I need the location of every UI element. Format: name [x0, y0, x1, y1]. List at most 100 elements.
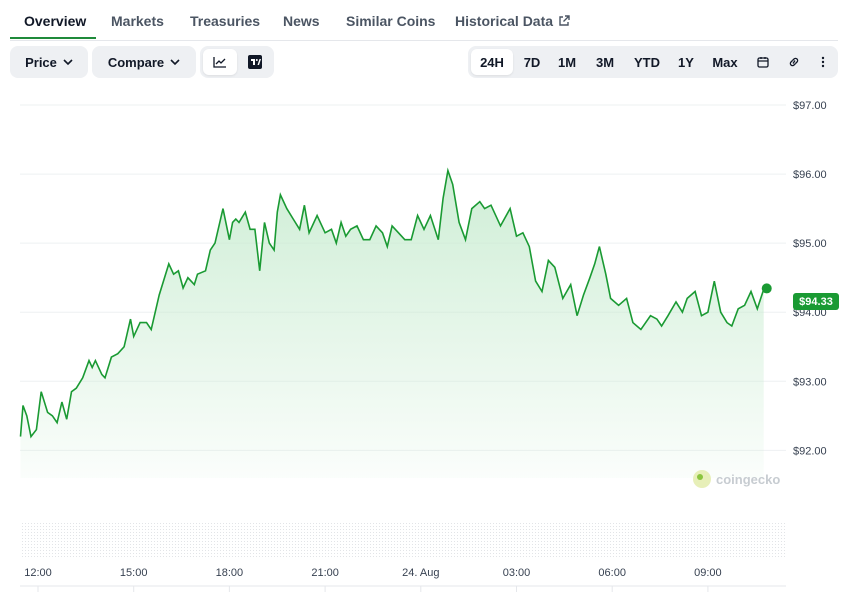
- data-point: [576, 315, 578, 317]
- data-point: [292, 218, 294, 220]
- data-point: [442, 197, 444, 199]
- data-point: [66, 418, 68, 420]
- data-point: [720, 311, 722, 313]
- data-point: [515, 235, 517, 237]
- data-point: [625, 297, 627, 299]
- data-point: [279, 194, 281, 196]
- coingecko-watermark-text: coingecko: [716, 472, 780, 487]
- data-point: [70, 391, 72, 393]
- data-point: [617, 304, 619, 306]
- data-point: [249, 228, 251, 230]
- data-point: [452, 183, 454, 185]
- data-point: [61, 401, 63, 403]
- data-point: [30, 435, 32, 437]
- y-tick-label: $95.00: [793, 238, 827, 250]
- data-point: [286, 207, 288, 209]
- x-tick-label: 24. Aug: [402, 567, 439, 579]
- data-point: [75, 387, 77, 389]
- data-point: [731, 325, 733, 327]
- data-point: [509, 207, 511, 209]
- data-point: [534, 280, 536, 282]
- data-point: [101, 373, 103, 375]
- data-point: [356, 225, 358, 227]
- data-point: [410, 239, 412, 241]
- data-point: [694, 290, 696, 292]
- data-point: [82, 377, 84, 379]
- data-point: [490, 204, 492, 206]
- data-point: [726, 321, 728, 323]
- data-point: [238, 221, 240, 223]
- data-point: [139, 321, 141, 323]
- data-point: [196, 273, 198, 275]
- x-tick-label: 15:00: [120, 567, 148, 579]
- data-point: [640, 328, 642, 330]
- y-tick-label: $97.00: [793, 100, 827, 112]
- data-point: [308, 232, 310, 234]
- data-point: [416, 214, 418, 216]
- data-point: [273, 249, 275, 251]
- data-point: [707, 311, 709, 313]
- data-point: [104, 377, 106, 379]
- data-point: [222, 207, 224, 209]
- data-point: [22, 404, 24, 406]
- data-point: [214, 242, 216, 244]
- data-point: [303, 204, 305, 206]
- data-point: [26, 415, 28, 417]
- data-point: [528, 245, 530, 247]
- data-point: [145, 321, 147, 323]
- data-point: [117, 353, 119, 355]
- data-point: [381, 232, 383, 234]
- data-point: [330, 228, 332, 230]
- data-point: [110, 356, 112, 358]
- data-point: [254, 228, 256, 230]
- data-point: [598, 245, 600, 247]
- price-chart[interactable]: $97.00$96.00$95.00$94.00$93.00$92.00 12:…: [0, 0, 860, 592]
- data-point: [133, 335, 135, 337]
- data-point: [235, 218, 237, 220]
- data-point: [182, 287, 184, 289]
- data-point: [756, 308, 758, 310]
- data-point: [632, 321, 634, 323]
- data-point: [91, 366, 93, 368]
- y-tick-label: $93.00: [793, 376, 827, 388]
- data-point: [594, 263, 596, 265]
- y-tick-label: $92.00: [793, 445, 827, 457]
- data-point: [345, 235, 347, 237]
- data-point: [88, 359, 90, 361]
- data-point: [397, 232, 399, 234]
- data-point: [589, 277, 591, 279]
- data-point: [340, 221, 342, 223]
- data-point: [447, 169, 449, 171]
- data-point: [263, 221, 265, 223]
- data-point: [40, 391, 42, 393]
- data-point: [168, 263, 170, 265]
- data-point: [209, 249, 211, 251]
- data-point: [649, 315, 651, 317]
- data-point: [177, 270, 179, 272]
- x-tick-label: 12:00: [24, 567, 52, 579]
- data-point: [268, 242, 270, 244]
- data-point: [375, 225, 377, 227]
- data-point: [298, 228, 300, 230]
- current-price-dot: [761, 283, 772, 294]
- data-point: [675, 301, 677, 303]
- data-point: [316, 214, 318, 216]
- current-price-badge: $94.33: [761, 283, 839, 310]
- data-point: [324, 232, 326, 234]
- data-point: [660, 325, 662, 327]
- data-point: [187, 277, 189, 279]
- data-point: [541, 290, 543, 292]
- data-point: [19, 435, 21, 437]
- data-point: [562, 297, 564, 299]
- data-point: [743, 304, 745, 306]
- data-point: [423, 228, 425, 230]
- data-point: [605, 273, 607, 275]
- data-point: [228, 239, 230, 241]
- data-point: [276, 211, 278, 213]
- data-point: [499, 225, 501, 227]
- data-point: [35, 428, 37, 430]
- data-point: [547, 259, 549, 261]
- data-point: [94, 359, 96, 361]
- data-point: [471, 207, 473, 209]
- data-point: [172, 273, 174, 275]
